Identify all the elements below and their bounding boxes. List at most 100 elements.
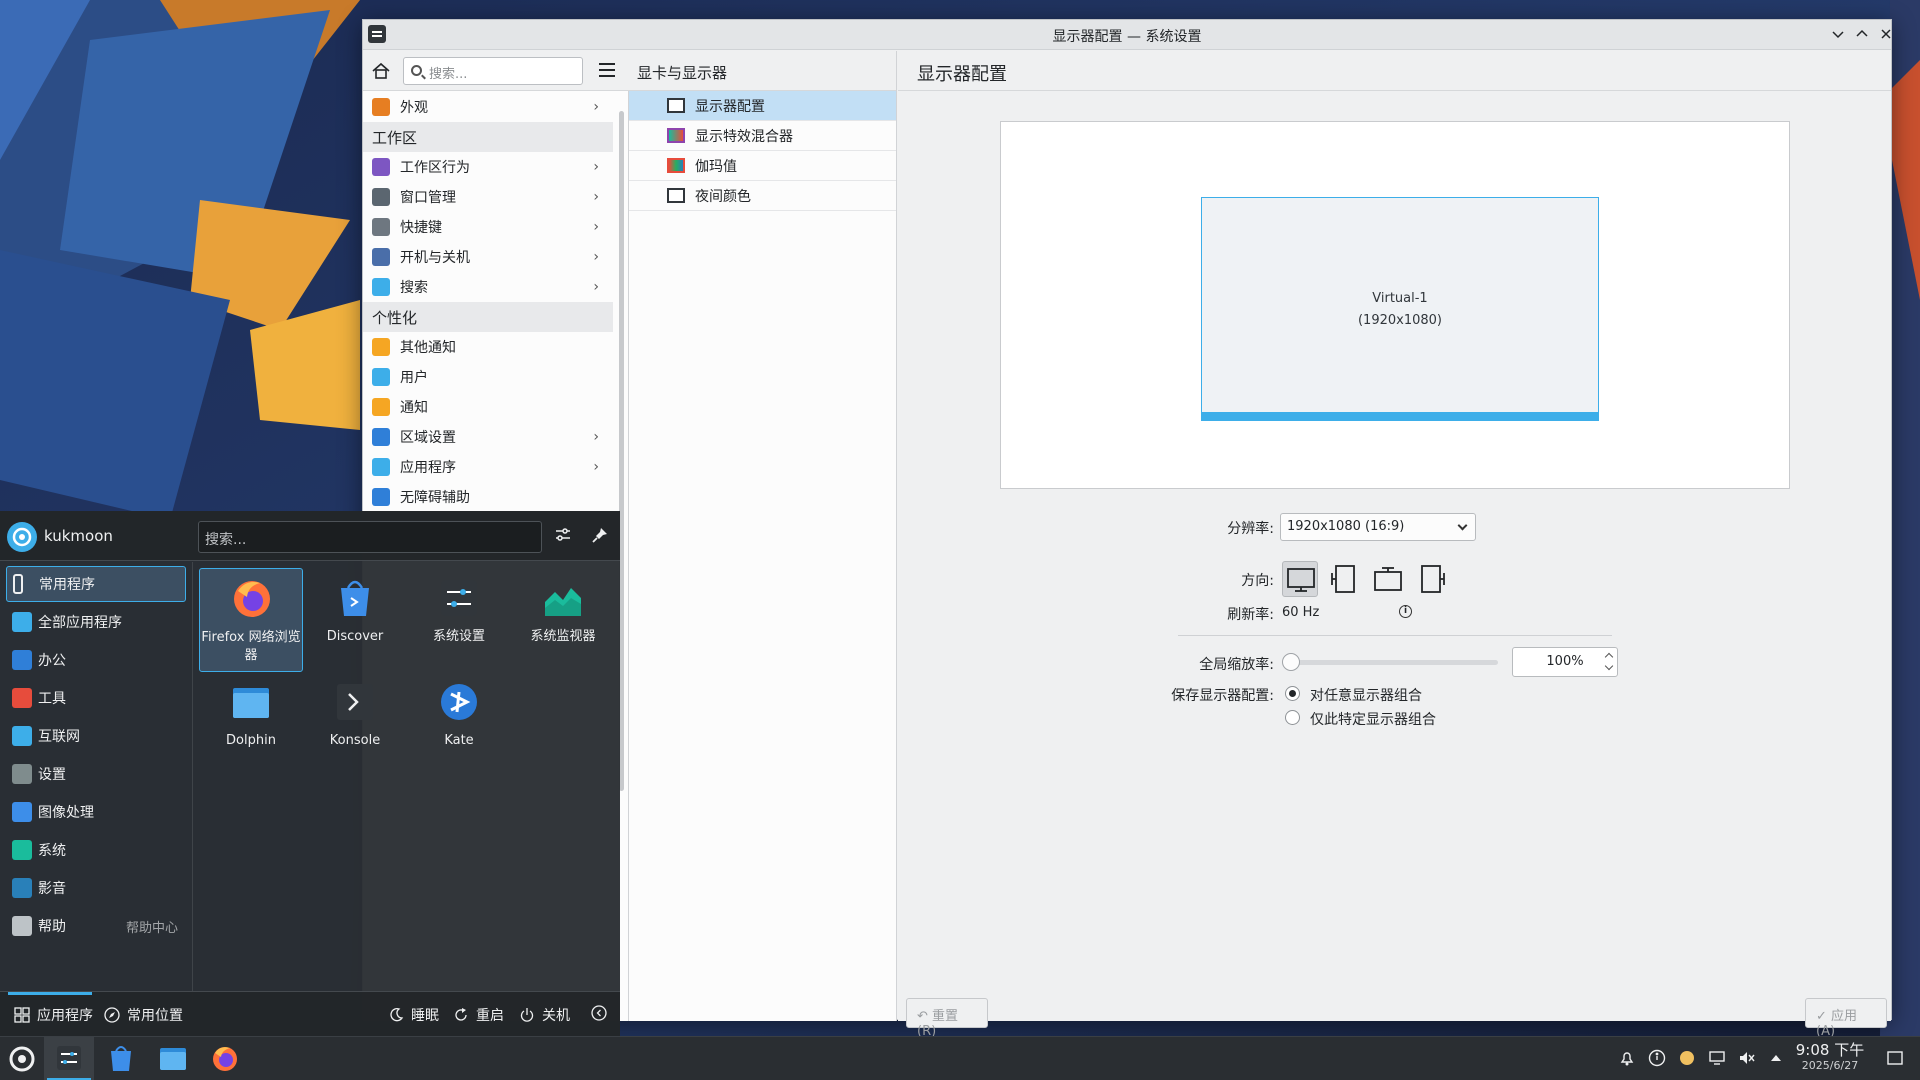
sidebar-item[interactable]: 用户 [363, 362, 613, 392]
scale-spinbox[interactable]: 100% [1512, 647, 1618, 677]
sidebar-item[interactable]: 外观 › [363, 92, 613, 122]
sidebar-item-label: 开机与关机 [400, 250, 470, 266]
sidebar-item-label: 用户 [400, 370, 428, 386]
spin-up-icon[interactable] [1604, 652, 1614, 662]
resolution-value: 1920x1080 (16:9) [1287, 519, 1405, 534]
launcher-app[interactable]: Discover [303, 568, 407, 672]
discover-icon [341, 580, 369, 616]
avatar[interactable] [7, 522, 37, 552]
launcher-category[interactable]: 常用程序 [6, 566, 186, 602]
minimize-button[interactable] [1826, 23, 1850, 47]
launcher-app-label: 系统监视器 [530, 629, 596, 644]
sidebar-item[interactable]: 搜索 › [363, 272, 613, 302]
launcher-category[interactable]: 帮助 帮助中心 [6, 908, 186, 944]
shutdown-button[interactable]: 关机 [519, 1005, 570, 1025]
tab-places[interactable]: 常用位置 [104, 1005, 183, 1025]
sidebar-item[interactable]: 应用程序 › [363, 452, 613, 482]
subcategory-item[interactable]: 伽玛值 [629, 151, 896, 181]
launcher-category[interactable]: 图像处理 [6, 794, 186, 830]
launcher-app-label: Dolphin [226, 733, 276, 748]
resolution-select[interactable]: 1920x1080 (16:9) [1280, 513, 1476, 541]
radio-specific-combination-label[interactable]: 仅此特定显示器组合 [1310, 709, 1436, 729]
reset-button[interactable]: ↶ 重置(R) [906, 998, 988, 1039]
sidebar-search-input[interactable]: 搜索... [403, 57, 583, 85]
info-icon[interactable]: i [1399, 605, 1412, 618]
sidebar-item-icon [372, 278, 390, 296]
orientation-right-button[interactable] [1414, 561, 1450, 597]
orientation-landscape-button[interactable] [1282, 561, 1318, 597]
sidebar-item-icon [372, 98, 390, 116]
launcher-category[interactable]: 影音 [6, 870, 186, 906]
window-titlebar[interactable]: 显示器配置 — 系统设置 [363, 20, 1891, 50]
radio-any-combination-label[interactable]: 对任意显示器组合 [1310, 685, 1422, 705]
radio-any-combination[interactable] [1285, 686, 1300, 701]
hamburger-menu-icon[interactable] [599, 63, 615, 77]
bookmark-icon [13, 574, 23, 594]
launcher-app[interactable]: Dolphin [199, 672, 303, 776]
launcher-app[interactable]: 系统设置 [407, 568, 511, 672]
launcher-app[interactable]: Konsole [303, 672, 407, 776]
launcher-category[interactable]: 办公 [6, 642, 186, 678]
home-button[interactable] [369, 59, 393, 83]
launcher-search-input[interactable]: 搜索... [198, 521, 542, 553]
more-actions-button[interactable] [591, 1005, 614, 1021]
taskbar-firefox[interactable] [200, 1037, 250, 1080]
launcher-category[interactable]: 互联网 [6, 718, 186, 754]
maximize-button[interactable] [1850, 23, 1874, 47]
subcategory-item[interactable]: 显示特效混合器 [629, 121, 896, 151]
launcher-app[interactable]: Firefox 网络浏览器 [199, 568, 303, 672]
clock-date: 2025/6/27 [1801, 1059, 1859, 1072]
weather-icon[interactable] [1678, 1049, 1696, 1067]
apply-button[interactable]: ✓ 应用(A) [1805, 998, 1887, 1039]
resolution-label: 分辨率: [1227, 521, 1274, 537]
scale-slider-track[interactable] [1286, 660, 1498, 665]
network-icon[interactable] [1708, 1049, 1726, 1067]
taskbar-discover[interactable] [96, 1037, 146, 1080]
sidebar-item[interactable]: 区域设置 › [363, 422, 613, 452]
orientation-left-button[interactable] [1326, 561, 1362, 597]
monitor-preview[interactable]: Virtual-1 (1920x1080) [1201, 197, 1599, 421]
show-desktop-icon[interactable] [1886, 1049, 1904, 1067]
application-launcher: kukmoon 搜索... 常用程序 全部应用程序 办公 工具 互联网 设置 图像处理 系统影… [0, 511, 620, 1036]
launcher-category[interactable]: 系统 [6, 832, 186, 868]
launcher-app[interactable]: 系统监视器 [511, 568, 615, 672]
accessibility-icon[interactable] [1648, 1049, 1666, 1067]
radio-specific-combination[interactable] [1285, 710, 1300, 725]
sleep-button[interactable]: 睡眠 [388, 1005, 439, 1025]
launcher-category[interactable]: 工具 [6, 680, 186, 716]
notification-bell-icon[interactable] [1618, 1049, 1636, 1067]
launcher-category[interactable]: 全部应用程序 [6, 604, 186, 640]
volume-muted-icon[interactable] [1738, 1049, 1756, 1067]
subcategory-item[interactable]: 夜间颜色 [629, 181, 896, 211]
chevron-up-icon[interactable] [1767, 1049, 1785, 1067]
search-icon [411, 65, 422, 76]
launcher-category[interactable]: 设置 [6, 756, 186, 792]
sidebar-item[interactable]: 通知 [363, 392, 613, 422]
scale-slider-handle[interactable] [1282, 653, 1300, 671]
subcategory-list: 显示器配置显示特效混合器伽玛值 夜间颜色 [629, 91, 896, 211]
tab-applications[interactable]: 应用程序 [14, 1005, 93, 1025]
digital-clock[interactable]: 9:08 下午 2025/6/27 [1790, 1041, 1870, 1073]
subcategory-item-label: 显示特效混合器 [695, 128, 793, 145]
spin-down-icon[interactable] [1604, 661, 1614, 671]
monitor-icon [667, 188, 685, 203]
application-launcher-button[interactable] [0, 1037, 50, 1080]
restart-button[interactable]: 重启 [453, 1005, 504, 1025]
subcategory-item[interactable]: 显示器配置 [629, 91, 896, 121]
close-button[interactable] [1874, 23, 1898, 47]
taskbar-dolphin[interactable] [148, 1037, 198, 1080]
folder-icon [160, 1048, 186, 1070]
sidebar-item[interactable]: 无障碍辅助 [363, 482, 613, 512]
monitor-resolution: (1920x1080) [1357, 313, 1442, 328]
launcher-app[interactable]: Kate [407, 672, 511, 776]
sidebar-item[interactable]: 窗口管理 › [363, 182, 613, 212]
orientation-inverted-button[interactable] [1370, 561, 1406, 597]
sidebar-item-icon [372, 368, 390, 386]
sidebar-item[interactable]: 工作区行为 › [363, 152, 613, 182]
sidebar-item[interactable]: 开机与关机 › [363, 242, 613, 272]
pin-button[interactable] [590, 526, 610, 546]
sidebar-item[interactable]: 快捷键 › [363, 212, 613, 242]
configure-button[interactable] [553, 526, 573, 546]
taskbar-task-system-settings[interactable] [44, 1037, 94, 1080]
sidebar-item[interactable]: 其他通知 [363, 332, 613, 362]
